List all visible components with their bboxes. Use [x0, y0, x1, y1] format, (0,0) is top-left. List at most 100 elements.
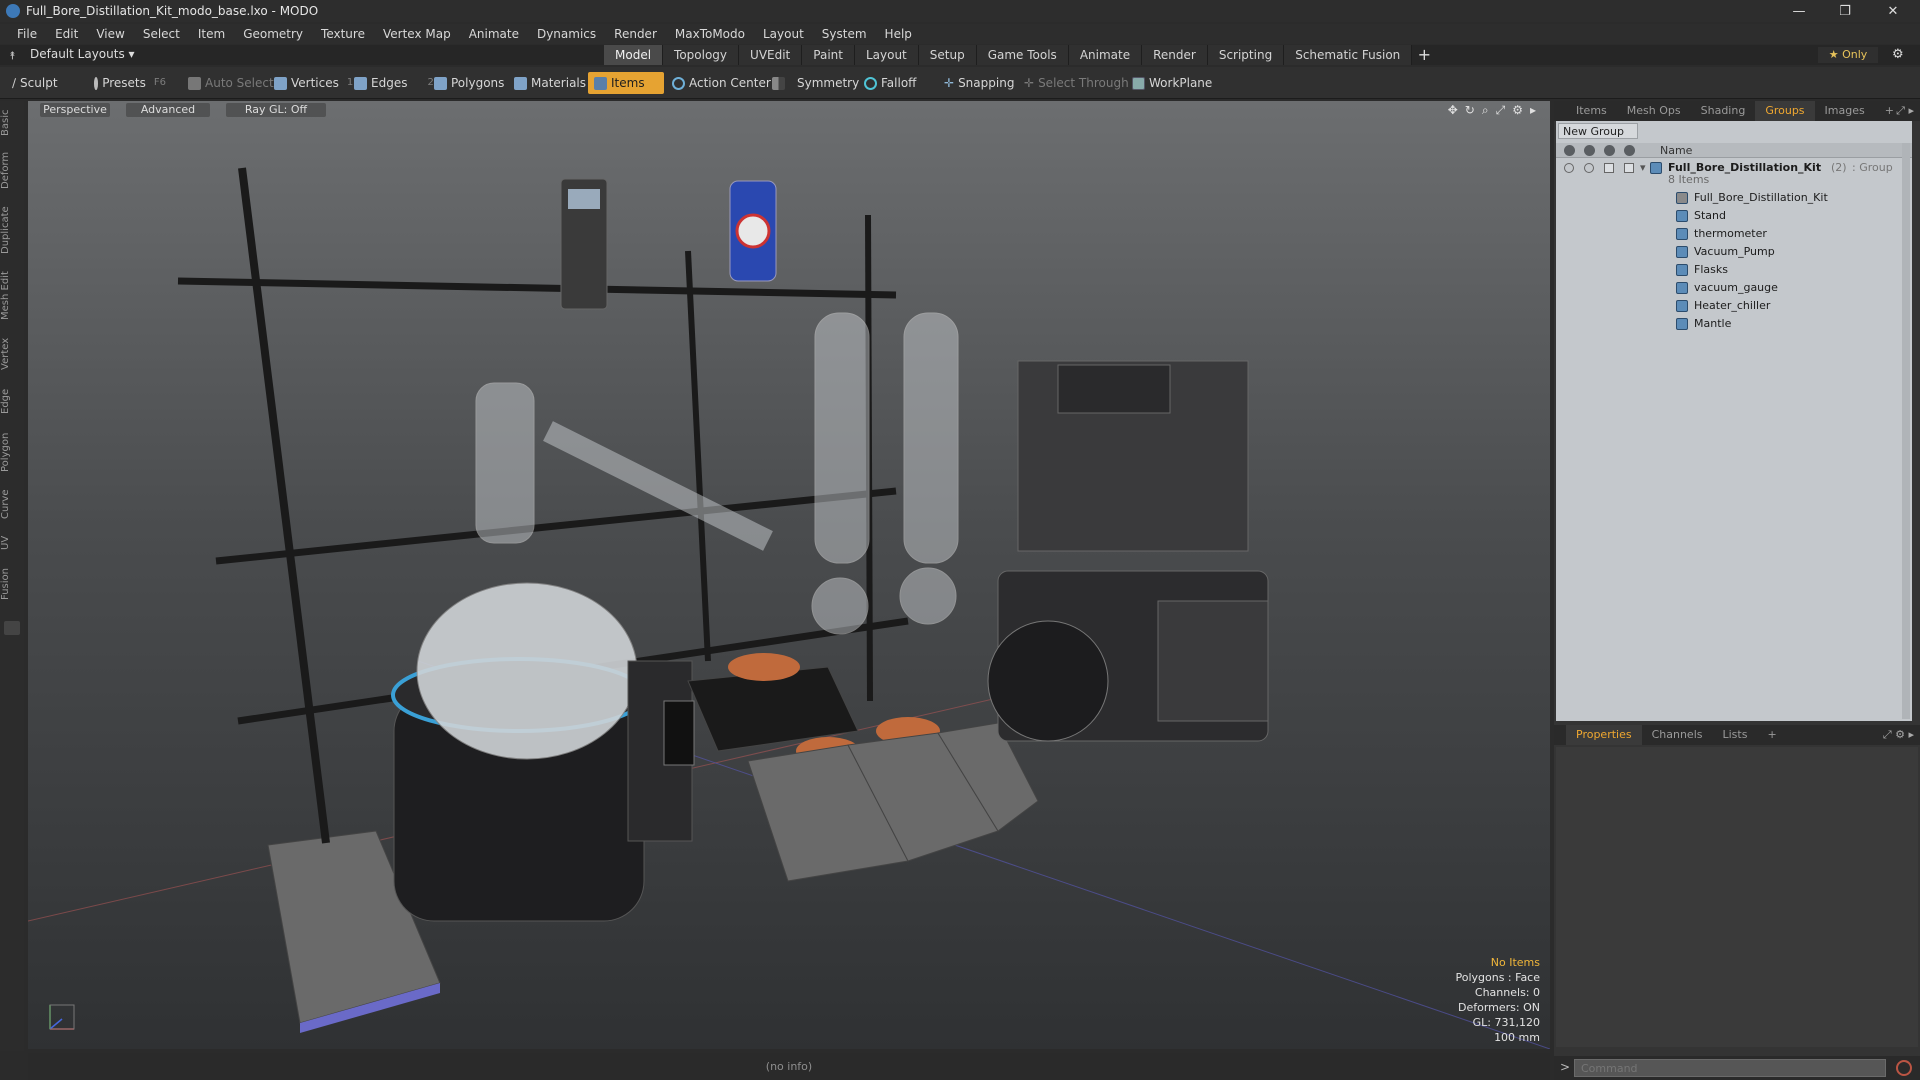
tab-images[interactable]: Images [1815, 101, 1875, 121]
tab-lists[interactable]: Lists [1713, 725, 1758, 745]
group-row[interactable]: ▾ Full_Bore_Distillation_Kit (2) : Group… [1556, 159, 1912, 189]
menu-animate[interactable]: Animate [460, 27, 528, 41]
rotate-icon[interactable]: ↻ [1465, 103, 1475, 118]
tool-pin-icon[interactable] [4, 621, 20, 635]
menu-file[interactable]: File [8, 27, 46, 41]
lefttab-mesh-edit[interactable]: Mesh Edit [0, 265, 24, 327]
viewport-menu-icon[interactable]: ▸ [1530, 103, 1536, 118]
list-item[interactable]: vacuum_gauge [1556, 279, 1912, 297]
pan-icon[interactable]: ✥ [1448, 103, 1458, 118]
minimize-button[interactable]: — [1776, 0, 1822, 22]
tab-layout[interactable]: Layout [854, 45, 919, 65]
tab-setup[interactable]: Setup [918, 45, 977, 65]
lefttab-fusion[interactable]: Fusion [0, 561, 24, 607]
tab-scripting[interactable]: Scripting [1207, 45, 1285, 65]
tab-render[interactable]: Render [1142, 45, 1208, 65]
list-item[interactable]: Full_Bore_Distillation_Kit [1556, 189, 1912, 207]
properties-settings-icon[interactable]: ⤢ ⚙ ▸ [1883, 728, 1914, 742]
lock-column-icon[interactable] [1604, 145, 1615, 156]
maximize-button[interactable]: ❐ [1822, 0, 1868, 22]
tab-topology[interactable]: Topology [663, 45, 740, 65]
lefttab-polygon[interactable]: Polygon [0, 425, 24, 479]
add-properties-tab-button[interactable]: + [1757, 725, 1786, 745]
menu-texture[interactable]: Texture [312, 27, 374, 41]
menu-render[interactable]: Render [605, 27, 666, 41]
tab-uvedit[interactable]: UVEdit [739, 45, 803, 65]
new-group-button[interactable]: New Group [1558, 123, 1638, 139]
fit-icon[interactable]: ⤢ [1496, 103, 1506, 118]
action-center-button[interactable]: Action Center [666, 72, 777, 94]
list-item[interactable]: Vacuum_Pump [1556, 243, 1912, 261]
menu-view[interactable]: View [87, 27, 133, 41]
auto-select-button[interactable]: Auto Select [182, 72, 280, 94]
select-checkbox[interactable] [1624, 163, 1634, 173]
render-column-icon[interactable] [1584, 145, 1595, 156]
snapping-button[interactable]: ✛ Snapping [938, 72, 1020, 94]
menu-select[interactable]: Select [134, 27, 189, 41]
shading-mode-button[interactable]: Advanced [126, 103, 210, 117]
lefttab-deform[interactable]: Deform [0, 145, 24, 195]
lock-checkbox[interactable] [1604, 163, 1614, 173]
tab-mesh-ops[interactable]: Mesh Ops [1617, 101, 1691, 121]
add-tab-button[interactable]: + [1412, 45, 1436, 65]
menu-dynamics[interactable]: Dynamics [528, 27, 605, 41]
list-item[interactable]: Heater_chiller [1556, 297, 1912, 315]
lefttab-duplicate[interactable]: Duplicate [0, 199, 24, 261]
expand-panel-icon[interactable]: ⤢ ▸ [1896, 104, 1914, 118]
layout-toggle-icon[interactable]: ⯭ [9, 49, 21, 62]
list-item[interactable]: Mantle [1556, 315, 1912, 333]
tab-animate[interactable]: Animate [1068, 45, 1143, 65]
falloff-button[interactable]: Falloff [858, 72, 922, 94]
lefttab-vertex[interactable]: Vertex [0, 331, 24, 377]
tab-paint[interactable]: Paint [802, 45, 855, 65]
select-column-icon[interactable] [1624, 145, 1635, 156]
workplane-button[interactable]: WorkPlane [1126, 72, 1218, 94]
symmetry-button[interactable]: Symmetry [766, 72, 865, 94]
layout-dropdown[interactable]: Default Layouts ▾ [30, 47, 135, 61]
lefttab-uv[interactable]: UV [0, 529, 24, 557]
tab-schematic-fusion[interactable]: Schematic Fusion [1284, 45, 1413, 65]
zoom-icon[interactable]: ⌕ [1482, 103, 1489, 118]
list-item[interactable]: Stand [1556, 207, 1912, 225]
tab-model[interactable]: Model [604, 45, 664, 65]
polygons-mode-button[interactable]: Polygons [428, 72, 510, 94]
tab-properties[interactable]: Properties [1566, 725, 1642, 745]
list-item[interactable]: thermometer [1556, 225, 1912, 243]
sculpt-button[interactable]: ∕ Sculpt [6, 72, 86, 94]
collapse-toggle-icon[interactable]: ▾ [1640, 159, 1646, 177]
render-toggle-icon[interactable] [1584, 163, 1594, 173]
list-item[interactable]: Flasks [1556, 261, 1912, 279]
view-mode-button[interactable]: Perspective [40, 103, 110, 117]
select-through-button[interactable]: ✛ Select Through [1018, 72, 1135, 94]
3d-viewport[interactable]: Perspective Advanced Ray GL: Off ✥ ↻ ⌕ ⤢… [28, 101, 1550, 1049]
command-history-icon[interactable] [1896, 1060, 1912, 1076]
tab-game-tools[interactable]: Game Tools [976, 45, 1069, 65]
menu-vertex-map[interactable]: Vertex Map [374, 27, 460, 41]
visibility-eye-icon[interactable] [1564, 163, 1574, 173]
menu-edit[interactable]: Edit [46, 27, 87, 41]
groups-scrollbar[interactable] [1902, 143, 1910, 719]
menu-geometry[interactable]: Geometry [234, 27, 312, 41]
menu-system[interactable]: System [813, 27, 876, 41]
menu-help[interactable]: Help [876, 27, 921, 41]
command-input[interactable] [1574, 1059, 1886, 1077]
tab-channels[interactable]: Channels [1642, 725, 1713, 745]
gear-icon[interactable]: ⚙ [1892, 47, 1904, 62]
items-mode-button[interactable]: Items [588, 72, 664, 94]
close-button[interactable]: ✕ [1870, 0, 1916, 22]
vertices-mode-button[interactable]: Vertices 1 [268, 72, 359, 94]
lefttab-basic[interactable]: Basic [0, 105, 24, 141]
tab-items[interactable]: Items [1566, 101, 1617, 121]
tab-shading[interactable]: Shading [1691, 101, 1756, 121]
edges-mode-button[interactable]: Edges 2 [348, 72, 440, 94]
only-toggle-button[interactable]: ★ Only [1818, 47, 1878, 63]
materials-mode-button[interactable]: Materials [508, 72, 592, 94]
viewport-settings-icon[interactable]: ⚙ [1512, 103, 1523, 118]
raygl-toggle-button[interactable]: Ray GL: Off [226, 103, 326, 117]
tab-groups[interactable]: Groups [1755, 101, 1815, 121]
lefttab-edge[interactable]: Edge [0, 381, 24, 421]
presets-button[interactable]: Presets F6 [88, 72, 172, 94]
lefttab-curve[interactable]: Curve [0, 483, 24, 525]
menu-maxtomodo[interactable]: MaxToModo [666, 27, 754, 41]
menu-layout[interactable]: Layout [754, 27, 813, 41]
